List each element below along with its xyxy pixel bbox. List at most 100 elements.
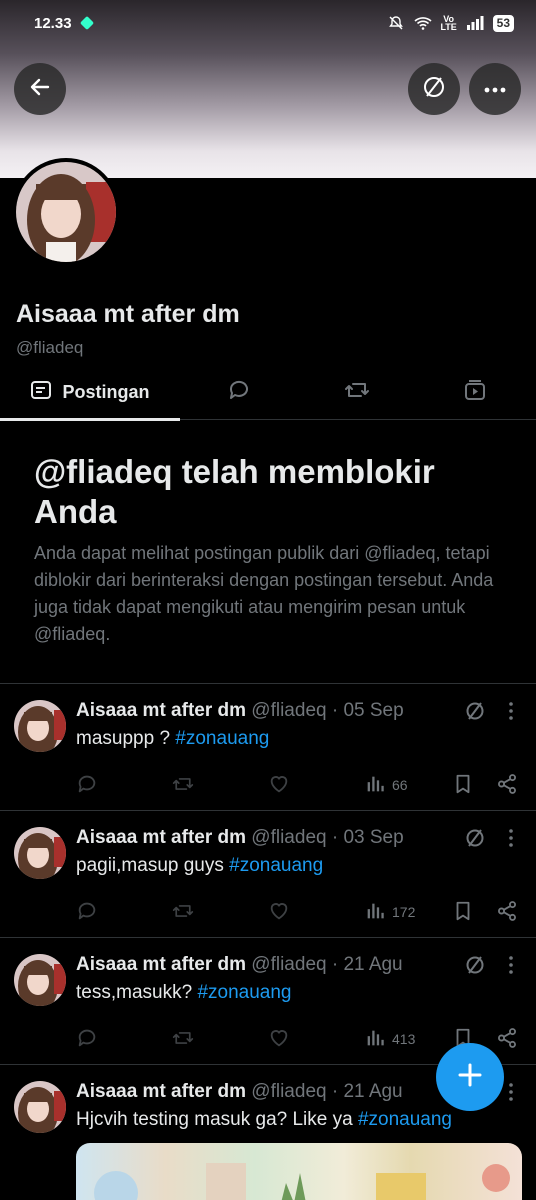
share-button[interactable] [496, 1026, 518, 1052]
post-meta: @fliadeq · 05 Sep [251, 700, 404, 721]
post-hashtag[interactable]: #zonauang [197, 982, 291, 1003]
post-media-image[interactable] [76, 1143, 522, 1200]
post-unfollow-button[interactable] [462, 700, 488, 726]
post-avatar[interactable] [14, 700, 66, 752]
heart-icon [268, 1027, 290, 1052]
profile-tabs: Postingan [0, 364, 536, 421]
profile-name: Aisaaa mt after dm [16, 300, 240, 328]
views-count: 413 [392, 1031, 416, 1047]
tab-posts[interactable]: Postingan [0, 364, 180, 421]
post-unfollow-button[interactable] [462, 954, 488, 980]
profile-avatar[interactable] [12, 158, 120, 266]
post-hashtag[interactable]: #zonauang [229, 855, 323, 876]
share-button[interactable] [496, 899, 518, 925]
post-body-text: tess,masukk? [76, 982, 198, 1003]
repost-icon [344, 378, 370, 407]
post-header: Aisaaa mt after dm @fliadeq · 21 Agu [76, 954, 403, 976]
repost-button[interactable] [172, 1026, 194, 1052]
post-header: Aisaaa mt after dm @fliadeq · 03 Sep [76, 827, 404, 849]
compose-button[interactable] [436, 1043, 504, 1111]
post-header: Aisaaa mt after dm @fliadeq · 21 Agu [76, 1081, 403, 1103]
more-horizontal-icon [484, 80, 506, 98]
reply-icon [227, 378, 251, 407]
reply-button[interactable] [76, 772, 98, 798]
post-text: Hjcvih testing masuk ga? Like ya #zonaua… [76, 1109, 452, 1131]
unfollow-button[interactable] [408, 63, 460, 115]
views-chart-icon [364, 900, 386, 925]
post-author-name[interactable]: Aisaaa mt after dm [76, 827, 246, 848]
post-item[interactable]: Aisaaa mt after dm @fliadeq · 03 Sep pag… [0, 811, 536, 938]
status-bar: 12.33 Vo LTE 53 [0, 0, 536, 46]
views-button[interactable]: 172 [364, 899, 415, 925]
like-button[interactable] [268, 1026, 290, 1052]
post-avatar[interactable] [14, 827, 66, 879]
post-hashtag[interactable]: #zonauang [358, 1109, 452, 1130]
tab-media[interactable] [416, 364, 534, 420]
views-chart-icon [364, 1027, 386, 1052]
unfollow-slash-icon [421, 74, 447, 105]
views-count: 66 [392, 777, 408, 793]
repost-button[interactable] [172, 772, 194, 798]
tab-replies[interactable] [180, 364, 298, 420]
post-more-button[interactable] [502, 827, 520, 853]
views-button[interactable]: 66 [364, 772, 408, 798]
reply-icon [76, 900, 98, 925]
arrow-left-icon [29, 76, 51, 103]
bookmark-button[interactable] [452, 899, 474, 925]
post-more-button[interactable] [502, 700, 520, 726]
post-avatar[interactable] [14, 1081, 66, 1133]
views-button[interactable]: 413 [364, 1026, 415, 1052]
repost-icon [172, 773, 194, 798]
battery-indicator: 53 [492, 14, 514, 32]
reply-icon [76, 773, 98, 798]
more-vertical-icon [509, 701, 513, 725]
tab-reposts[interactable] [298, 364, 416, 420]
post-more-button[interactable] [502, 1081, 520, 1107]
share-icon [496, 773, 518, 798]
blocked-title: @fliadeq telah memblokir Anda [34, 453, 435, 530]
post-author-name[interactable]: Aisaaa mt after dm [76, 1081, 246, 1102]
share-icon [496, 900, 518, 925]
post-author-name[interactable]: Aisaaa mt after dm [76, 954, 246, 975]
reply-icon [76, 1027, 98, 1052]
post-more-button[interactable] [502, 954, 520, 980]
post-text: pagii,masup guys #zonauang [76, 855, 323, 877]
reply-button[interactable] [76, 899, 98, 925]
post-text: tess,masukk? #zonauang [76, 982, 291, 1004]
post-body-text: masuppp ? [76, 728, 176, 749]
post-meta: @fliadeq · 21 Agu [251, 954, 403, 975]
like-button[interactable] [268, 772, 290, 798]
blocked-notice: @fliadeq telah memblokir Anda Anda dapat… [34, 452, 504, 648]
post-actions: 172 [76, 899, 524, 925]
wifi-icon [414, 15, 432, 31]
signal-icon [466, 15, 484, 31]
like-button[interactable] [268, 899, 290, 925]
repost-button[interactable] [172, 899, 194, 925]
tab-posts-label: Postingan [62, 381, 150, 402]
post-unfollow-button[interactable] [462, 827, 488, 853]
bookmark-button[interactable] [452, 772, 474, 798]
back-button[interactable] [14, 63, 66, 115]
post-item[interactable]: Aisaaa mt after dm @fliadeq · 05 Sep mas… [0, 684, 536, 811]
post-meta: @fliadeq · 03 Sep [251, 827, 404, 848]
reply-button[interactable] [76, 1026, 98, 1052]
status-time: 12.33 [34, 14, 72, 32]
post-meta: @fliadeq · 21 Agu [251, 1081, 403, 1102]
post-avatar[interactable] [14, 954, 66, 1006]
repost-icon [172, 900, 194, 925]
repost-icon [172, 1027, 194, 1052]
blocked-description: Anda dapat melihat postingan publik dari… [34, 543, 494, 644]
bookmark-icon [452, 900, 474, 925]
bell-muted-icon [387, 15, 405, 31]
post-author-name[interactable]: Aisaaa mt after dm [76, 700, 246, 721]
bookmark-icon [452, 773, 474, 798]
plus-icon [457, 1062, 483, 1093]
more-vertical-icon [509, 955, 513, 979]
more-options-button[interactable] [469, 63, 521, 115]
views-count: 172 [392, 904, 416, 920]
post-hashtag[interactable]: #zonauang [175, 728, 269, 749]
share-button[interactable] [496, 772, 518, 798]
unfollow-slash-icon [464, 700, 486, 727]
heart-icon [268, 900, 290, 925]
active-tab-indicator [0, 418, 180, 421]
